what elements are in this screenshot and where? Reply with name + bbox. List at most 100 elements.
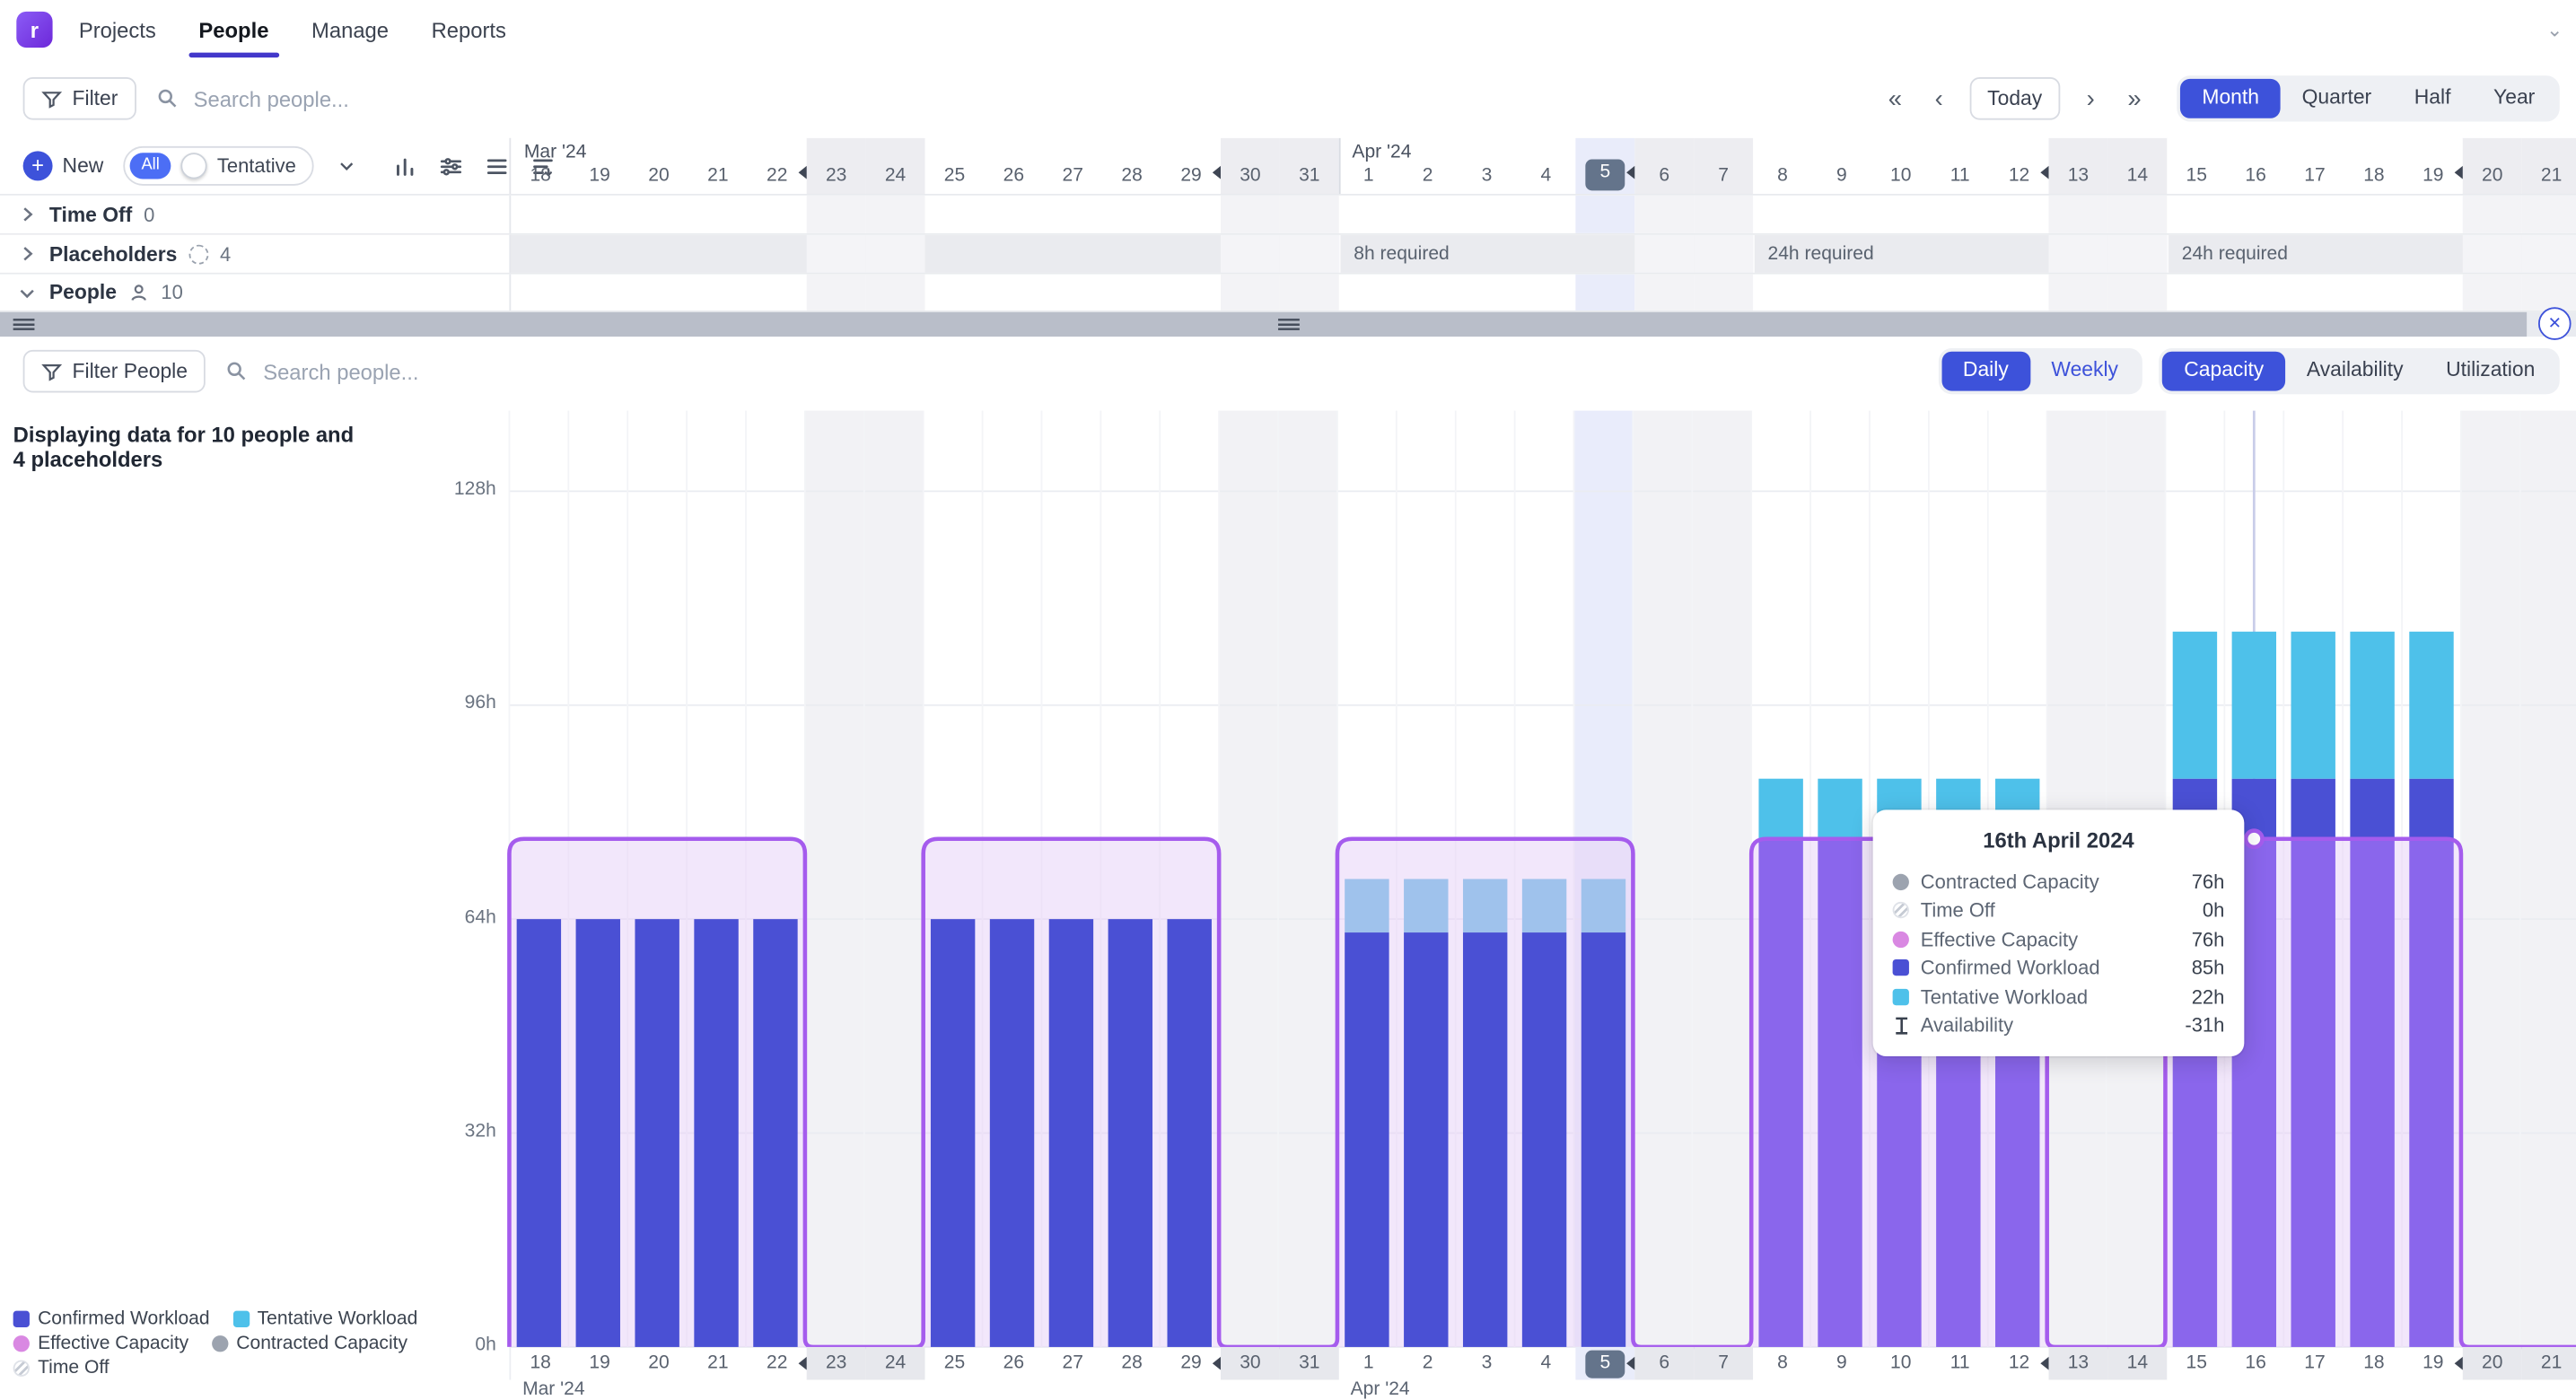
day-cell-23[interactable]: 23 <box>807 138 866 194</box>
day-cell-6[interactable]: 6 <box>1634 1347 1694 1380</box>
day-cell-9[interactable]: 9 <box>1812 138 1871 194</box>
collapse-weekend-icon[interactable] <box>2455 1357 2463 1370</box>
day-cell-16[interactable]: 16 <box>2226 138 2285 194</box>
day-cell-20[interactable]: 20 <box>2463 138 2522 194</box>
day-cell-11[interactable]: 11 <box>1931 1347 1990 1380</box>
zoom-quarter-button[interactable]: Quarter <box>2281 79 2393 118</box>
day-cell-31[interactable]: 31 <box>1280 138 1339 194</box>
time-off-row-timeline[interactable] <box>509 196 2576 233</box>
chevron-down-icon[interactable] <box>16 282 38 303</box>
placeholders-row-timeline[interactable]: 8h required24h required24h required <box>509 235 2576 273</box>
day-cell-27[interactable]: 27 <box>1043 1347 1102 1380</box>
day-cell-20[interactable]: 20 <box>629 1347 688 1380</box>
close-panel-button[interactable]: ✕ <box>2538 307 2572 340</box>
nav-manage[interactable]: Manage <box>311 17 389 41</box>
day-cell-18[interactable]: 18 <box>2344 138 2404 194</box>
collapse-weekend-icon[interactable] <box>1626 1357 1634 1370</box>
list-view-icon[interactable] <box>482 150 513 181</box>
day-cell-15[interactable]: 15 <box>2167 1347 2226 1380</box>
jump-last-button[interactable]: » <box>2121 83 2148 114</box>
day-cell-4[interactable]: 4 <box>1516 1347 1575 1380</box>
collapse-weekend-icon[interactable] <box>1213 1357 1221 1370</box>
day-cell-7[interactable]: 7 <box>1694 138 1753 194</box>
day-cell-26[interactable]: 26 <box>984 138 1043 194</box>
day-cell-25[interactable]: 25 <box>925 138 985 194</box>
people-row-timeline[interactable] <box>509 275 2576 311</box>
day-cell-11[interactable]: 11 <box>1931 138 1990 194</box>
day-cell-21[interactable]: 21 <box>688 1347 748 1380</box>
new-button[interactable]: + New <box>23 151 104 180</box>
toggle-dropdown-icon[interactable] <box>334 153 360 179</box>
day-cell-2[interactable]: 2 <box>1398 1347 1458 1380</box>
capacity-button[interactable]: Capacity <box>2162 352 2285 390</box>
day-cell-21[interactable]: 21 <box>2522 138 2576 194</box>
day-cell-19[interactable]: 19 <box>570 1347 629 1380</box>
day-cell-17[interactable]: 17 <box>2285 138 2344 194</box>
day-cell-1[interactable]: 1 <box>1339 1347 1398 1380</box>
drag-handle-icon[interactable] <box>13 319 35 330</box>
day-cell-28[interactable]: 28 <box>1102 138 1161 194</box>
panel-search-input[interactable] <box>260 357 539 385</box>
day-cell-23[interactable]: 23 <box>807 1347 866 1380</box>
collapse-weekend-icon[interactable] <box>2040 166 2048 179</box>
day-cell-6[interactable]: 6 <box>1634 138 1694 194</box>
day-cell-3[interactable]: 3 <box>1458 138 1517 194</box>
app-logo[interactable]: r <box>16 12 52 48</box>
filter-button[interactable]: Filter <box>23 77 136 120</box>
day-cell-30[interactable]: 30 <box>1221 1347 1280 1380</box>
day-cell-21[interactable]: 21 <box>2522 1347 2576 1380</box>
day-cell-3[interactable]: 3 <box>1458 1347 1517 1380</box>
panel-search-box[interactable] <box>225 357 539 385</box>
collapse-weekend-icon[interactable] <box>799 1357 807 1370</box>
search-people-input[interactable] <box>190 84 469 112</box>
chart-view-icon[interactable] <box>390 150 421 181</box>
scrollbar-thumb[interactable] <box>0 312 2527 337</box>
day-cell-17[interactable]: 17 <box>2285 1347 2344 1380</box>
day-cell-14[interactable]: 14 <box>2107 138 2167 194</box>
toggle-knob[interactable] <box>181 153 207 179</box>
day-cell-10[interactable]: 10 <box>1871 1347 1931 1380</box>
day-cell-30[interactable]: 30 <box>1221 138 1280 194</box>
split-divider[interactable]: ✕ <box>0 312 2576 337</box>
timeline-header[interactable]: 1819202122232425262728293031123456789101… <box>509 138 2576 194</box>
chevron-right-icon[interactable] <box>16 204 38 225</box>
time-off-row-header[interactable]: Time Off 0 <box>0 196 509 233</box>
weekly-button[interactable]: Weekly <box>2030 352 2140 390</box>
day-cell-14[interactable]: 14 <box>2107 1347 2167 1380</box>
day-cell-25[interactable]: 25 <box>925 1347 985 1380</box>
day-cell-18[interactable]: 18 <box>2344 1347 2404 1380</box>
day-cell-21[interactable]: 21 <box>688 138 748 194</box>
day-cell-9[interactable]: 9 <box>1812 1347 1871 1380</box>
daily-button[interactable]: Daily <box>1941 352 2029 390</box>
day-cell-15[interactable]: 15 <box>2167 138 2226 194</box>
utilization-button[interactable]: Utilization <box>2424 352 2556 390</box>
people-row-header[interactable]: People 10 <box>0 275 509 311</box>
day-cell-31[interactable]: 31 <box>1280 1347 1339 1380</box>
day-cell-26[interactable]: 26 <box>984 1347 1043 1380</box>
placeholders-row-header[interactable]: Placeholders 4 <box>0 235 509 273</box>
day-cell-18[interactable]: 18 <box>511 1347 570 1380</box>
x-axis[interactable]: 1819202122232425262728293031123456789101… <box>509 1347 2576 1380</box>
collapse-weekend-icon[interactable] <box>799 166 807 179</box>
day-cell-13[interactable]: 13 <box>2049 138 2108 194</box>
day-cell-7[interactable]: 7 <box>1694 1347 1753 1380</box>
day-cell-20[interactable]: 20 <box>2463 1347 2522 1380</box>
day-cell-13[interactable]: 13 <box>2049 1347 2108 1380</box>
collapse-weekend-icon[interactable] <box>2455 166 2463 179</box>
tentative-toggle[interactable]: All Tentative <box>123 146 314 186</box>
day-cell-27[interactable]: 27 <box>1043 138 1102 194</box>
filter-settings-icon[interactable] <box>435 150 467 181</box>
chevron-right-icon[interactable] <box>16 243 38 265</box>
jump-next-button[interactable]: › <box>2080 83 2101 114</box>
all-chip[interactable]: All <box>130 153 171 179</box>
day-cell-20[interactable]: 20 <box>629 138 688 194</box>
nav-people[interactable]: People <box>198 17 268 41</box>
zoom-month-button[interactable]: Month <box>2181 79 2281 118</box>
drag-handle-icon[interactable] <box>1278 319 1300 330</box>
jump-prev-button[interactable]: ‹ <box>1928 83 1950 114</box>
zoom-year-button[interactable]: Year <box>2472 79 2556 118</box>
collapse-weekend-icon[interactable] <box>1213 166 1221 179</box>
search-people-box[interactable] <box>155 84 469 112</box>
nav-reports[interactable]: Reports <box>432 17 506 41</box>
day-cell-24[interactable]: 24 <box>866 138 925 194</box>
